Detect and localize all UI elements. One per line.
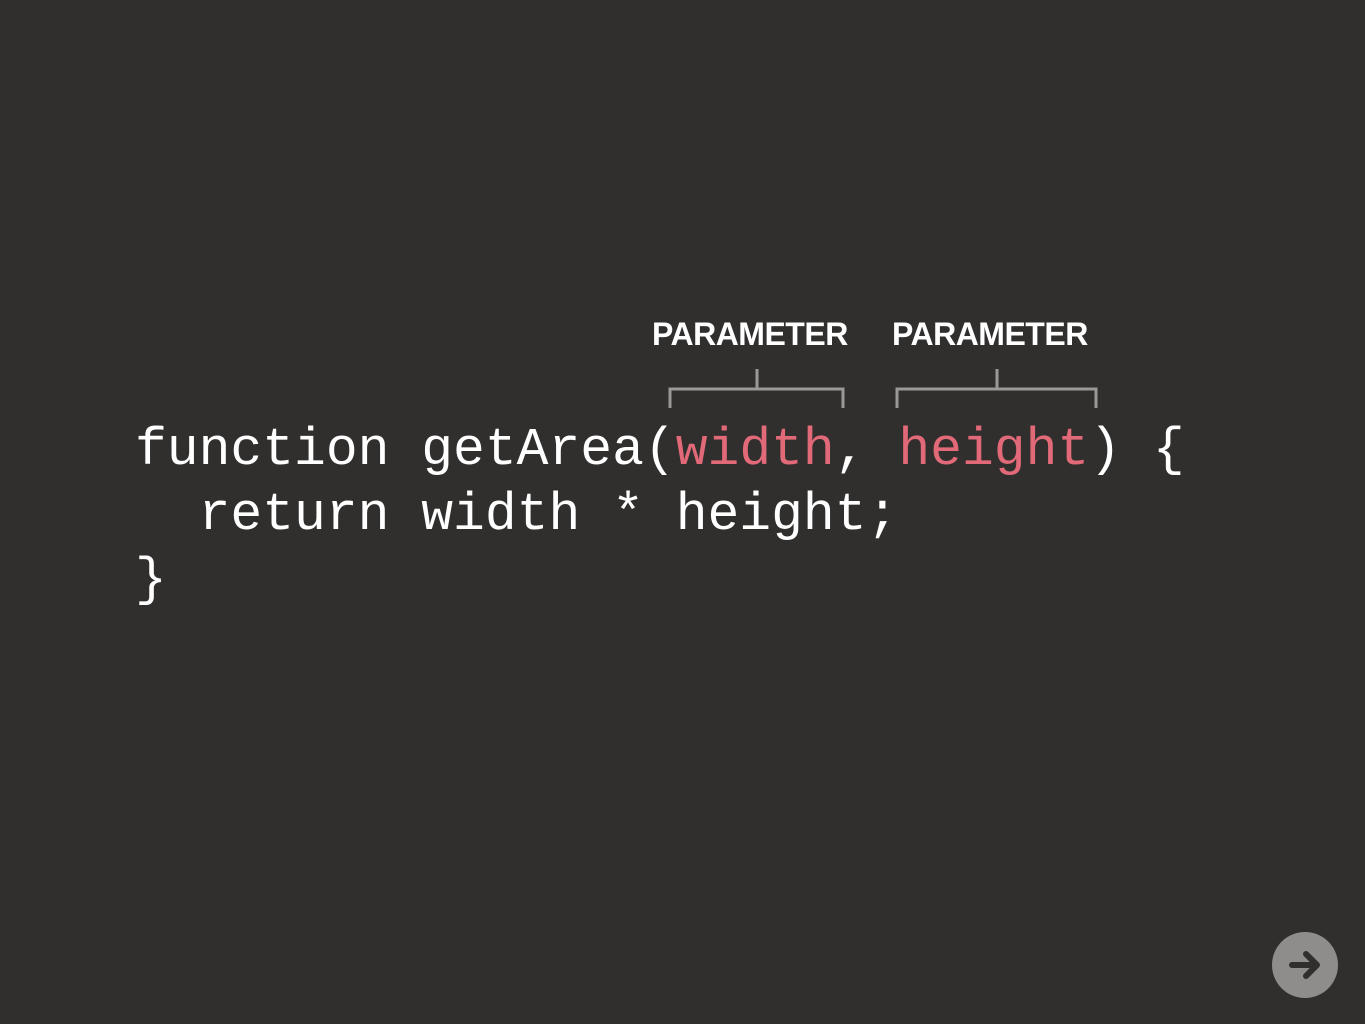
param-width: width: [675, 420, 835, 480]
slide: PARAMETER PARAMETER function getArea(wid…: [0, 0, 1365, 1024]
bracket-height: [895, 369, 1098, 408]
code-function-signature: function getArea(: [135, 420, 676, 480]
code-line-1: function getArea(width, height) {: [135, 418, 1185, 483]
code-signature-end: ) {: [1089, 420, 1185, 480]
code-line-2: return width * height;: [135, 485, 899, 545]
code-block: function getArea(width, height) { return…: [135, 418, 1185, 613]
code-line-3: }: [135, 550, 167, 610]
code-separator: ,: [834, 420, 899, 480]
arrow-right-icon: [1289, 951, 1320, 979]
bracket-width: [668, 369, 845, 408]
next-slide-button[interactable]: [1272, 932, 1338, 998]
param-height: height: [898, 420, 1090, 480]
